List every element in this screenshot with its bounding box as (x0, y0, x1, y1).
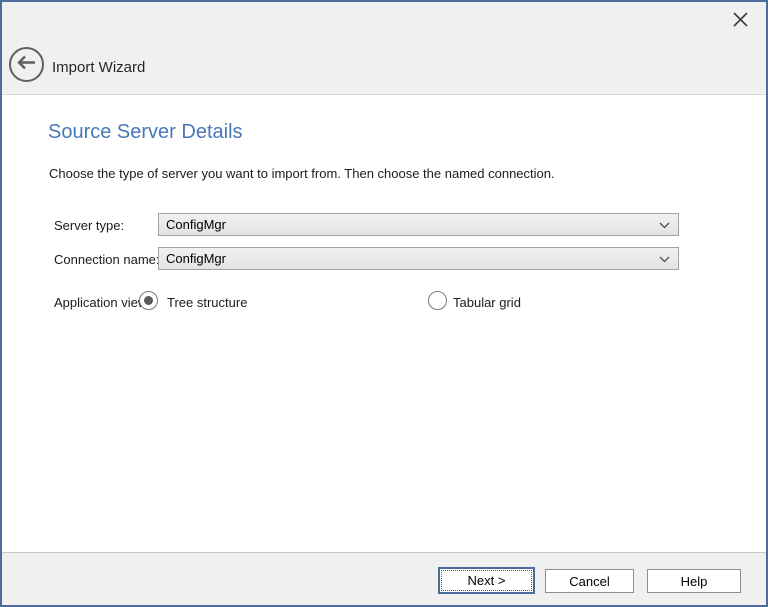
wizard-footer: Next > Cancel Help (2, 552, 766, 605)
import-wizard-window: Import Wizard Source Server Details Choo… (0, 0, 768, 607)
next-button-label: Next > (468, 573, 506, 588)
chevron-down-icon (659, 222, 670, 229)
cancel-button[interactable]: Cancel (545, 569, 634, 593)
chevron-down-icon (659, 256, 670, 263)
close-icon (732, 11, 749, 33)
radio-tree-structure[interactable] (139, 291, 158, 310)
close-button[interactable] (728, 10, 752, 34)
help-button-label: Help (681, 574, 708, 589)
cancel-button-label: Cancel (569, 574, 609, 589)
radio-tabular-grid[interactable] (428, 291, 447, 310)
server-type-value: ConfigMgr (166, 217, 226, 232)
page-title: Source Server Details (48, 121, 243, 144)
back-arrow-icon (17, 55, 36, 75)
radio-tree-structure-label[interactable]: Tree structure (167, 295, 247, 310)
server-type-dropdown[interactable]: ConfigMgr (158, 213, 679, 236)
next-button[interactable]: Next > (438, 567, 535, 594)
back-button[interactable] (9, 47, 44, 82)
wizard-title: Import Wizard (52, 59, 145, 76)
connection-name-label: Connection name: (54, 252, 160, 267)
radio-tabular-grid-label[interactable]: Tabular grid (453, 295, 521, 310)
connection-name-value: ConfigMgr (166, 251, 226, 266)
connection-name-dropdown[interactable]: ConfigMgr (158, 247, 679, 270)
page-description: Choose the type of server you want to im… (49, 166, 555, 181)
server-type-label: Server type: (54, 218, 124, 233)
wizard-header: Import Wizard (2, 2, 766, 95)
application-view-label: Application view: (54, 295, 151, 310)
help-button[interactable]: Help (647, 569, 741, 593)
